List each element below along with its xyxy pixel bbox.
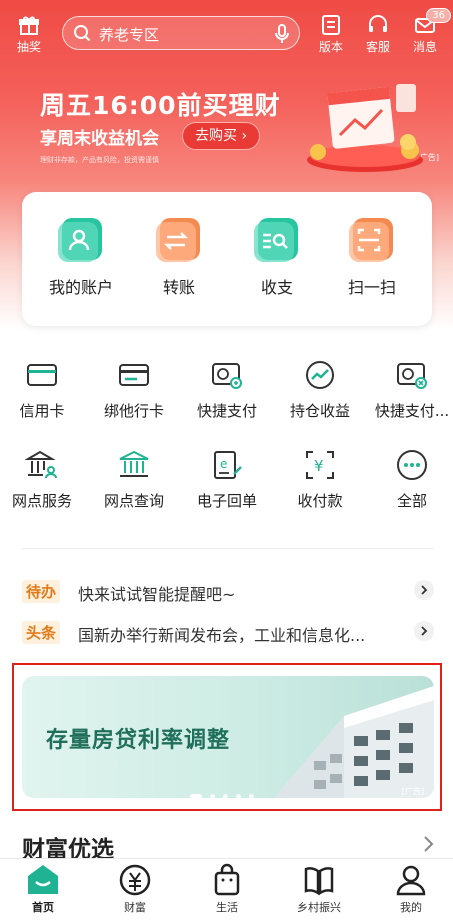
- service-label: 持仓收益: [289, 402, 350, 420]
- income-expense-icon: [254, 218, 298, 262]
- tab-label: 财富: [124, 901, 146, 914]
- service-label: 快捷支付: [196, 402, 257, 420]
- banner-buy-label: 去购买: [195, 128, 237, 144]
- quick-action-income-expense[interactable]: 收支: [232, 214, 322, 298]
- service-label: 信用卡: [19, 402, 65, 420]
- tab-profile[interactable]: 我的: [381, 863, 441, 915]
- quick-action-scan[interactable]: 扫一扫: [327, 214, 417, 298]
- search-input[interactable]: 养老专区: [62, 16, 300, 50]
- top-bar: 抽奖 养老专区 版本 客服 消息 36: [0, 8, 453, 60]
- holdings-icon: [306, 361, 334, 389]
- life-icon: [214, 863, 240, 896]
- more-icon: [397, 450, 427, 480]
- message-count-badge: 36: [426, 8, 451, 23]
- service-label: 全部: [396, 492, 427, 510]
- quick-pay-icon: [212, 363, 242, 389]
- messages-label: 消息: [412, 40, 437, 54]
- tab-home[interactable]: 首页: [13, 863, 73, 915]
- carousel-indicator[interactable]: [190, 784, 262, 798]
- service-quick-pay-close[interactable]: 快捷支付...: [368, 358, 453, 421]
- headline-text: 国新办举行新闻发布会，工业和信息化...: [78, 626, 366, 645]
- svg-text:¥: ¥: [314, 457, 324, 475]
- service-label: 快捷支付...: [374, 402, 450, 420]
- quick-action-label: 扫一扫: [347, 278, 396, 297]
- bottom-tab-bar: 首页 财富 生活 乡村振兴 我的: [0, 858, 453, 922]
- headline-tag: 头条: [22, 621, 61, 644]
- quick-action-transfer[interactable]: 转账: [134, 214, 224, 298]
- search-icon: [74, 25, 91, 42]
- service-holdings[interactable]: 持仓收益: [276, 358, 364, 421]
- chevron-right-icon[interactable]: [414, 621, 434, 641]
- service-label: 电子回单: [196, 492, 257, 510]
- search-placeholder: 养老专区: [99, 26, 160, 44]
- tab-label: 乡村振兴: [297, 901, 341, 914]
- tab-rural[interactable]: 乡村振兴: [289, 863, 349, 915]
- service-payment-code[interactable]: ¥ 收付款: [276, 448, 364, 511]
- section-divider: [22, 548, 434, 549]
- service-bind-card[interactable]: 绑他行卡: [90, 358, 178, 421]
- promo-ad-tag: [广告]: [401, 787, 424, 796]
- version-label: 版本: [318, 40, 343, 54]
- tab-label: 我的: [400, 901, 422, 914]
- chevron-right-icon[interactable]: [422, 834, 436, 854]
- service-branch-search[interactable]: 网点查询: [90, 448, 178, 511]
- tab-life[interactable]: 生活: [197, 863, 257, 915]
- headline-notice[interactable]: 头条 国新办举行新闻发布会，工业和信息化...: [22, 619, 434, 645]
- microphone-icon[interactable]: [275, 24, 289, 44]
- branch-search-icon: [119, 450, 149, 477]
- banner-buy-button[interactable]: 去购买 ›: [182, 122, 261, 150]
- headset-icon: [369, 15, 387, 32]
- account-icon: [58, 218, 102, 262]
- tab-wealth[interactable]: 财富: [105, 863, 165, 915]
- building-illustration: [274, 686, 434, 798]
- e-receipt-icon: e: [214, 451, 242, 479]
- mortgage-rate-promo-banner[interactable]: 存量房贷利率调整 [广告]: [22, 676, 434, 798]
- quick-pay-close-icon: [397, 363, 427, 389]
- quick-action-label: 收支: [260, 278, 293, 297]
- transfer-icon: [156, 218, 200, 262]
- service-label: 网点查询: [103, 492, 164, 510]
- home-icon: [28, 865, 58, 894]
- customer-service-button[interactable]: 客服: [358, 14, 398, 55]
- service-branch-service[interactable]: 网点服务: [0, 448, 86, 511]
- todo-tag: 待办: [22, 580, 61, 603]
- service-label: 收付款: [297, 492, 343, 510]
- todo-notice[interactable]: 待办 快来试试智能提醒吧~: [22, 578, 434, 604]
- service-label: 绑他行卡: [103, 402, 164, 420]
- banner-disclaimer: 理财非存款，产品有风险，投资需谨慎: [40, 156, 159, 164]
- promo-text: 存量房贷利率调整: [46, 728, 231, 753]
- quick-action-label: 转账: [162, 278, 195, 297]
- banner-subtitle: 享周末收益机会: [40, 129, 159, 149]
- service-quick-pay[interactable]: 快捷支付: [183, 358, 271, 421]
- quick-action-my-account[interactable]: 我的账户: [36, 214, 126, 298]
- messages-button[interactable]: 消息 36: [405, 8, 451, 55]
- credit-card-icon: [27, 364, 57, 386]
- wealth-icon: [119, 864, 151, 896]
- todo-text: 快来试试智能提醒吧~: [78, 585, 236, 604]
- rural-icon: [304, 867, 334, 896]
- quick-action-label: 我的账户: [48, 278, 113, 297]
- payment-code-icon: ¥: [306, 451, 334, 479]
- service-all[interactable]: 全部: [368, 448, 453, 511]
- version-button[interactable]: 版本: [311, 14, 351, 55]
- version-switch-icon: [322, 15, 340, 35]
- scan-icon: [349, 218, 393, 262]
- branch-service-icon: [25, 450, 57, 479]
- chevron-right-icon[interactable]: [414, 580, 434, 600]
- service-credit-card[interactable]: 信用卡: [0, 358, 86, 421]
- service-e-receipt[interactable]: e 电子回单: [183, 448, 271, 511]
- lottery-label: 抽奖: [16, 40, 41, 54]
- quick-actions-card: 我的账户 转账 收支 扫一扫: [22, 192, 432, 326]
- calendar-coins-illustration: [307, 84, 423, 172]
- tab-label: 首页: [32, 901, 54, 914]
- service-label: 网点服务: [11, 492, 72, 510]
- svg-text:e: e: [220, 457, 227, 471]
- customer-service-label: 客服: [365, 40, 390, 54]
- bind-card-icon: [119, 364, 149, 386]
- tab-label: 生活: [216, 901, 238, 914]
- lottery-button[interactable]: 抽奖: [9, 14, 49, 55]
- profile-icon: [396, 865, 426, 896]
- gift-icon: [19, 16, 39, 35]
- banner-title[interactable]: 周五16:00前买理财: [40, 86, 281, 122]
